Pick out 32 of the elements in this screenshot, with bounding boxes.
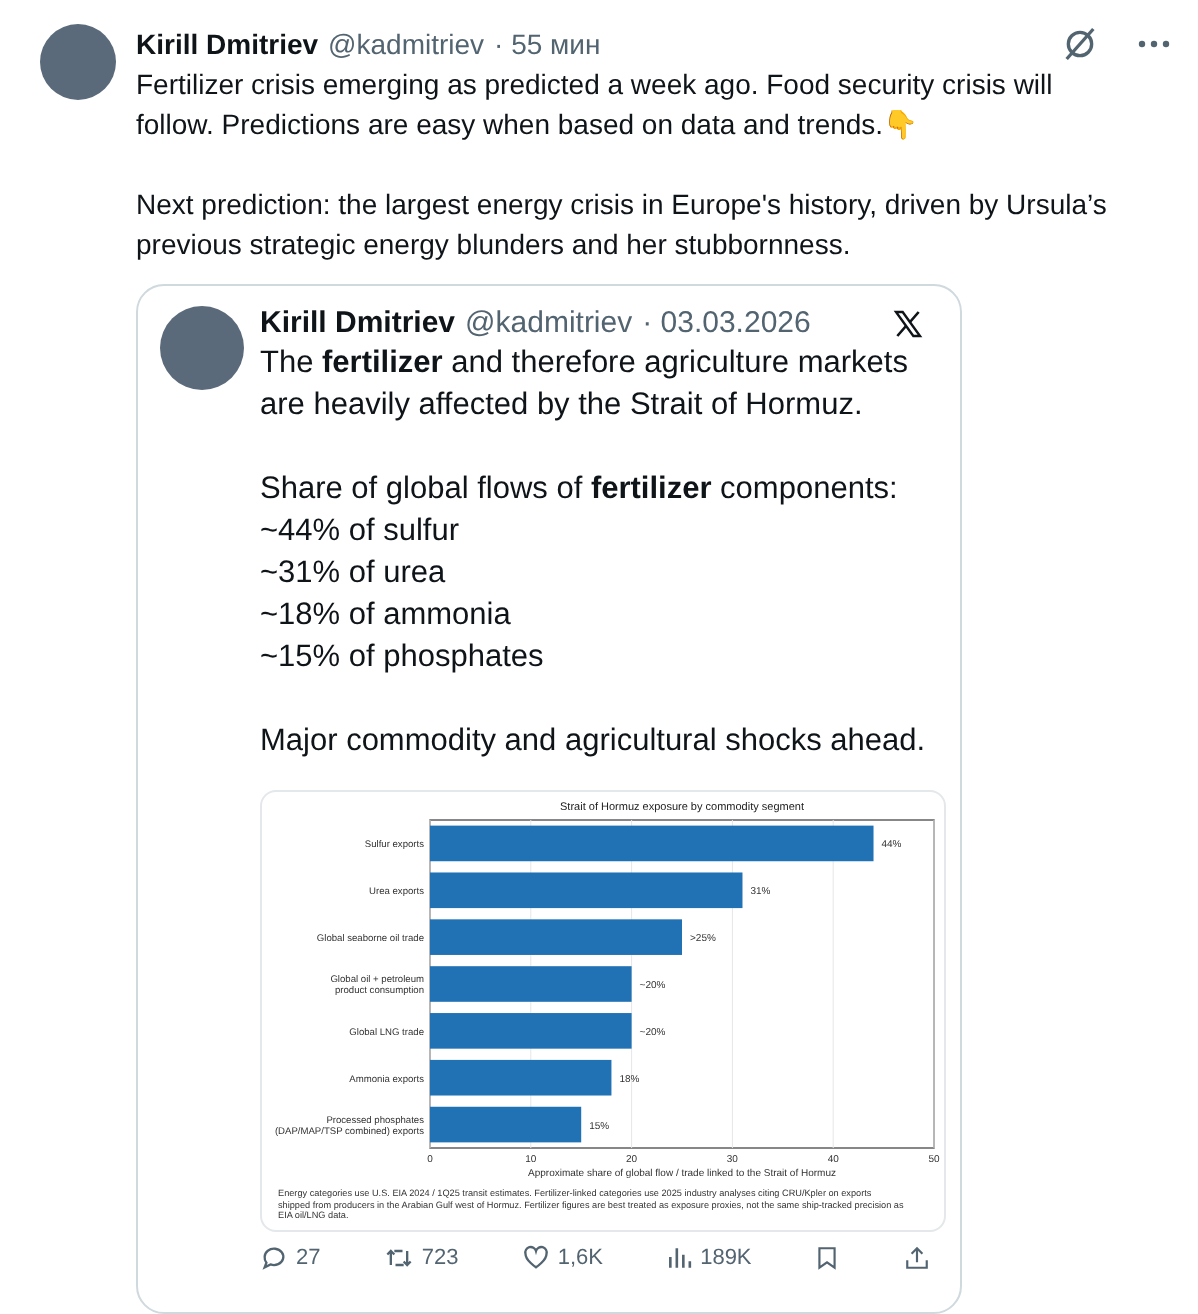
quoted-text: ~31% of urea — [260, 556, 446, 590]
author-handle[interactable]: @kadmitriev — [328, 28, 485, 60]
post-text: Fertilizer crisis emerging as predicted a week ago. Food security crisis will follow. Predictions are easy when based on data and trends.👇 — [136, 66, 1055, 144]
quoted-text: ~18% of ammonia — [260, 598, 511, 632]
reply-button[interactable]: 27 — [260, 1243, 321, 1271]
slashed-circle-icon[interactable] — [1060, 24, 1100, 64]
quoted-text: ~44% of sulfur — [260, 514, 460, 548]
bookmark-icon — [814, 1243, 841, 1271]
author-handle: @kadmitriev — [465, 306, 633, 340]
x-logo-icon — [892, 307, 924, 339]
like-button[interactable]: 1,6K — [521, 1243, 603, 1271]
quoted-post-card[interactable] — [136, 284, 962, 1314]
more-icon[interactable] — [1138, 40, 1170, 48]
post-time: · 55 мин — [494, 28, 601, 60]
author-name: Kirill Dmitriev — [260, 306, 456, 340]
avatar[interactable] — [40, 24, 116, 100]
bookmark-button[interactable] — [814, 1243, 841, 1271]
quoted-text: Share of global flows of fertilizer components: — [260, 472, 898, 506]
heart-icon — [521, 1243, 550, 1271]
author-name[interactable]: Kirill Dmitriev — [136, 28, 319, 60]
bar-graph-icon — [666, 1244, 693, 1270]
repost-button[interactable]: 723 — [383, 1243, 459, 1271]
avatar — [160, 306, 244, 390]
quoted-text: ~15% of phosphates — [260, 640, 544, 674]
views-button[interactable]: 189K — [666, 1244, 752, 1270]
share-button[interactable] — [904, 1243, 930, 1271]
quoted-text: The fertilizer and therefore agriculture markets are heavily affected by the Strait of Hormuz. — [260, 346, 908, 422]
quoted-text: Major commodity and agricultural shocks ahead. — [260, 724, 926, 758]
post-text: Next prediction: the largest energy crisis in Europe's history, driven by Ursula’s previous strategic energy blunders and her stubbornness. — [136, 186, 1109, 264]
share-icon — [904, 1243, 930, 1271]
post-date: · 03.03.2026 — [642, 306, 811, 340]
speech-bubble-icon — [260, 1243, 288, 1271]
